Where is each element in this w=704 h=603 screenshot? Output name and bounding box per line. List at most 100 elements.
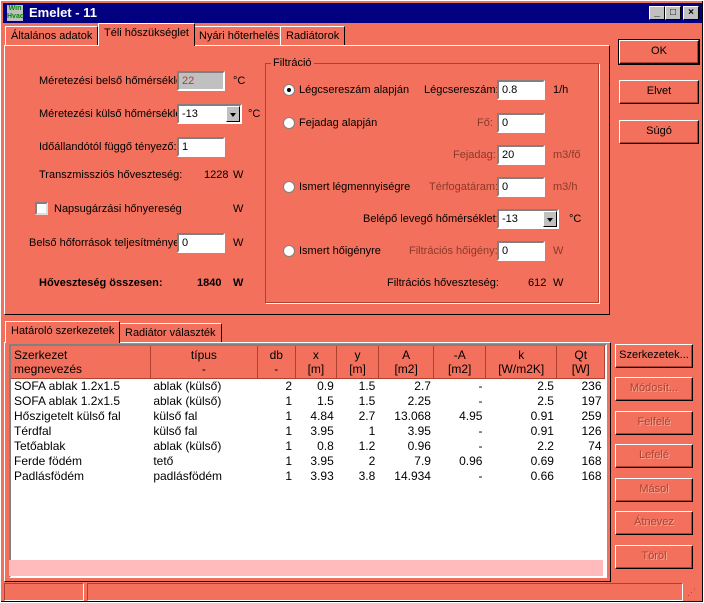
- help-button[interactable]: Súgó: [619, 120, 699, 144]
- rename-button[interactable]: Átnevez: [615, 511, 693, 535]
- move-down-button[interactable]: Lefelé: [615, 444, 693, 468]
- table-row[interactable]: Padlásfödém padlásfödém 1 3.93 3.8 14.934 - 0.6…: [11, 468, 605, 483]
- flow-label: Térfogatáram:: [429, 181, 499, 193]
- filtration-title: Filtráció: [271, 57, 314, 69]
- status-pane-2: [87, 583, 683, 601]
- filt-loss-value: 612: [528, 277, 547, 289]
- table-cell: SOFA ablak 1.2x1.5: [14, 378, 121, 393]
- copy-button[interactable]: Másol: [615, 478, 693, 502]
- total-loss-value: 1840: [197, 277, 222, 289]
- move-up-button[interactable]: Felfelé: [615, 411, 693, 435]
- title-bar[interactable]: Win Hvac Emelet - 11 _ □ ×: [3, 3, 702, 23]
- solar-gain-checkbox[interactable]: [35, 202, 48, 215]
- structures-table[interactable]: Szerkezet megnevezés típus - db - x [m] y [m]…: [9, 344, 607, 578]
- filt-heat-label: Filtrációs hőigény:: [409, 245, 498, 257]
- col-header-count[interactable]: db -: [257, 346, 296, 379]
- cancel-button[interactable]: Elvet: [619, 80, 699, 104]
- table-row[interactable]: Hőszigetelt külső fal külső fal 1 4.84 2.7 13…: [11, 408, 605, 423]
- table-cell: -: [478, 468, 483, 483]
- tab-winter-heat[interactable]: Téli hőszükséglet: [98, 23, 195, 46]
- table-cell: 0.91: [530, 408, 554, 423]
- table-cell: 1.5: [358, 393, 376, 408]
- table-cell: 3.8: [358, 468, 376, 483]
- tab-summer-heat[interactable]: Nyári hőterhelés: [193, 26, 286, 46]
- tab-structures[interactable]: Határoló szerkezetek: [5, 321, 121, 343]
- table-cell: 168: [581, 468, 602, 483]
- col-header-qt[interactable]: Qt [W]: [556, 346, 605, 379]
- table-cell: 0.8: [317, 438, 334, 453]
- table-row[interactable]: Tetőablak ablak (külső) 1 0.8 1.2 0.96 - 2.2 74: [11, 438, 605, 453]
- table-cell: 14.934: [394, 468, 431, 483]
- col-header-k[interactable]: k [W/m2K]: [485, 346, 558, 379]
- table-cell: 0.69: [530, 453, 554, 468]
- flow-unit: m3/h: [553, 181, 578, 193]
- ration-radio[interactable]: [283, 117, 295, 129]
- internal-sources-unit: W: [233, 237, 244, 249]
- table-row[interactable]: Térdfal külső fal 1 3.95 1 3.95 - 0.91 126: [11, 423, 605, 438]
- chevron-down-icon[interactable]: [226, 106, 240, 122]
- col-header-x[interactable]: x [m]: [295, 346, 338, 379]
- col-header-area[interactable]: A [m2]: [378, 346, 435, 379]
- outdoor-temp-value: -13: [182, 108, 198, 120]
- inlet-temp-unit: °C: [569, 213, 582, 225]
- table-cell: 1: [285, 408, 293, 423]
- table-cell: külső fal: [153, 408, 198, 423]
- table-cell: 3.95: [310, 453, 334, 468]
- table-cell: ablak (külső): [153, 378, 222, 393]
- table-cell: 1: [368, 423, 376, 438]
- table-cell: 0.91: [530, 423, 554, 438]
- close-button[interactable]: ×: [683, 6, 699, 20]
- table-row[interactable]: SOFA ablak 1.2x1.5 ablak (külső) 1 1.5 1.5 2.…: [11, 393, 605, 408]
- maximize-button[interactable]: □: [665, 6, 681, 20]
- chevron-down-icon[interactable]: [543, 211, 557, 227]
- table-cell: 4.95: [459, 408, 483, 423]
- col-header-minus-area[interactable]: -A [m2]: [433, 346, 486, 379]
- ok-button[interactable]: OK: [618, 39, 700, 65]
- known-heat-radio[interactable]: [283, 245, 295, 257]
- table-cell: 1.2: [358, 438, 376, 453]
- modify-button[interactable]: Módosít...: [615, 377, 693, 401]
- known-airflow-radio[interactable]: [283, 181, 295, 193]
- table-cell: SOFA ablak 1.2x1.5: [14, 393, 121, 408]
- transmission-loss-value: 1228: [204, 169, 229, 181]
- transmission-loss-label: Transzmissziós hőveszteség:: [39, 169, 183, 181]
- col-header-y[interactable]: y [m]: [336, 346, 379, 379]
- table-cell: 168: [581, 453, 602, 468]
- table-row[interactable]: Ferde födém tető 1 3.95 2 7.9 0.96 0.69 168: [11, 453, 605, 468]
- col-header-name[interactable]: Szerkezet megnevezés: [11, 346, 151, 379]
- internal-sources-input[interactable]: 0: [177, 233, 225, 253]
- persons-input[interactable]: 0: [497, 113, 545, 133]
- outdoor-temp-combo[interactable]: -13: [177, 104, 242, 124]
- table-header-row: Szerkezet megnevezés típus - db - x [m] y [m]…: [11, 346, 605, 379]
- delete-button[interactable]: Töröl: [615, 545, 693, 569]
- known-airflow-option-label: Ismert légmennyiségre: [299, 181, 411, 193]
- col-header-type[interactable]: típus -: [150, 346, 259, 379]
- ration-unit: m3/fő: [553, 149, 581, 161]
- air-change-radio[interactable]: [283, 84, 295, 96]
- table-cell: -: [478, 393, 483, 408]
- table-cell: 1: [285, 423, 293, 438]
- known-heat-option-label: Ismert hőigényre: [299, 245, 381, 257]
- inlet-temp-combo[interactable]: -13: [497, 209, 559, 229]
- ration-input[interactable]: 20: [497, 145, 545, 165]
- resize-grip-icon[interactable]: ⋰: [687, 587, 696, 598]
- table-row[interactable]: SOFA ablak 1.2x1.5 ablak (külső) 2 0.9 1.5 2.…: [11, 378, 605, 393]
- filt-heat-unit: W: [553, 245, 564, 257]
- time-factor-input[interactable]: 1: [177, 137, 225, 157]
- tab-radiator-selection[interactable]: Radiátor választék: [119, 323, 222, 343]
- air-change-input[interactable]: 0.8: [497, 80, 545, 100]
- table-cell: 1: [285, 393, 293, 408]
- minimize-button[interactable]: _: [649, 6, 665, 20]
- tab-radiators[interactable]: Radiátorok: [280, 26, 346, 46]
- filt-heat-input[interactable]: 0: [497, 241, 545, 261]
- table-cell: 3.95: [310, 423, 334, 438]
- horizontal-scrollbar[interactable]: [9, 560, 603, 576]
- status-pane-1: [4, 583, 84, 601]
- table-cell: 4.84: [310, 408, 334, 423]
- tab-general[interactable]: Általános adatok: [5, 26, 99, 46]
- structures-button[interactable]: Szerkezetek...: [615, 344, 693, 368]
- table-cell: 2.7: [358, 408, 376, 423]
- inlet-temp-value: -13: [502, 213, 518, 225]
- flow-input[interactable]: 0: [497, 177, 545, 197]
- indoor-temp-input[interactable]: 22: [177, 71, 225, 91]
